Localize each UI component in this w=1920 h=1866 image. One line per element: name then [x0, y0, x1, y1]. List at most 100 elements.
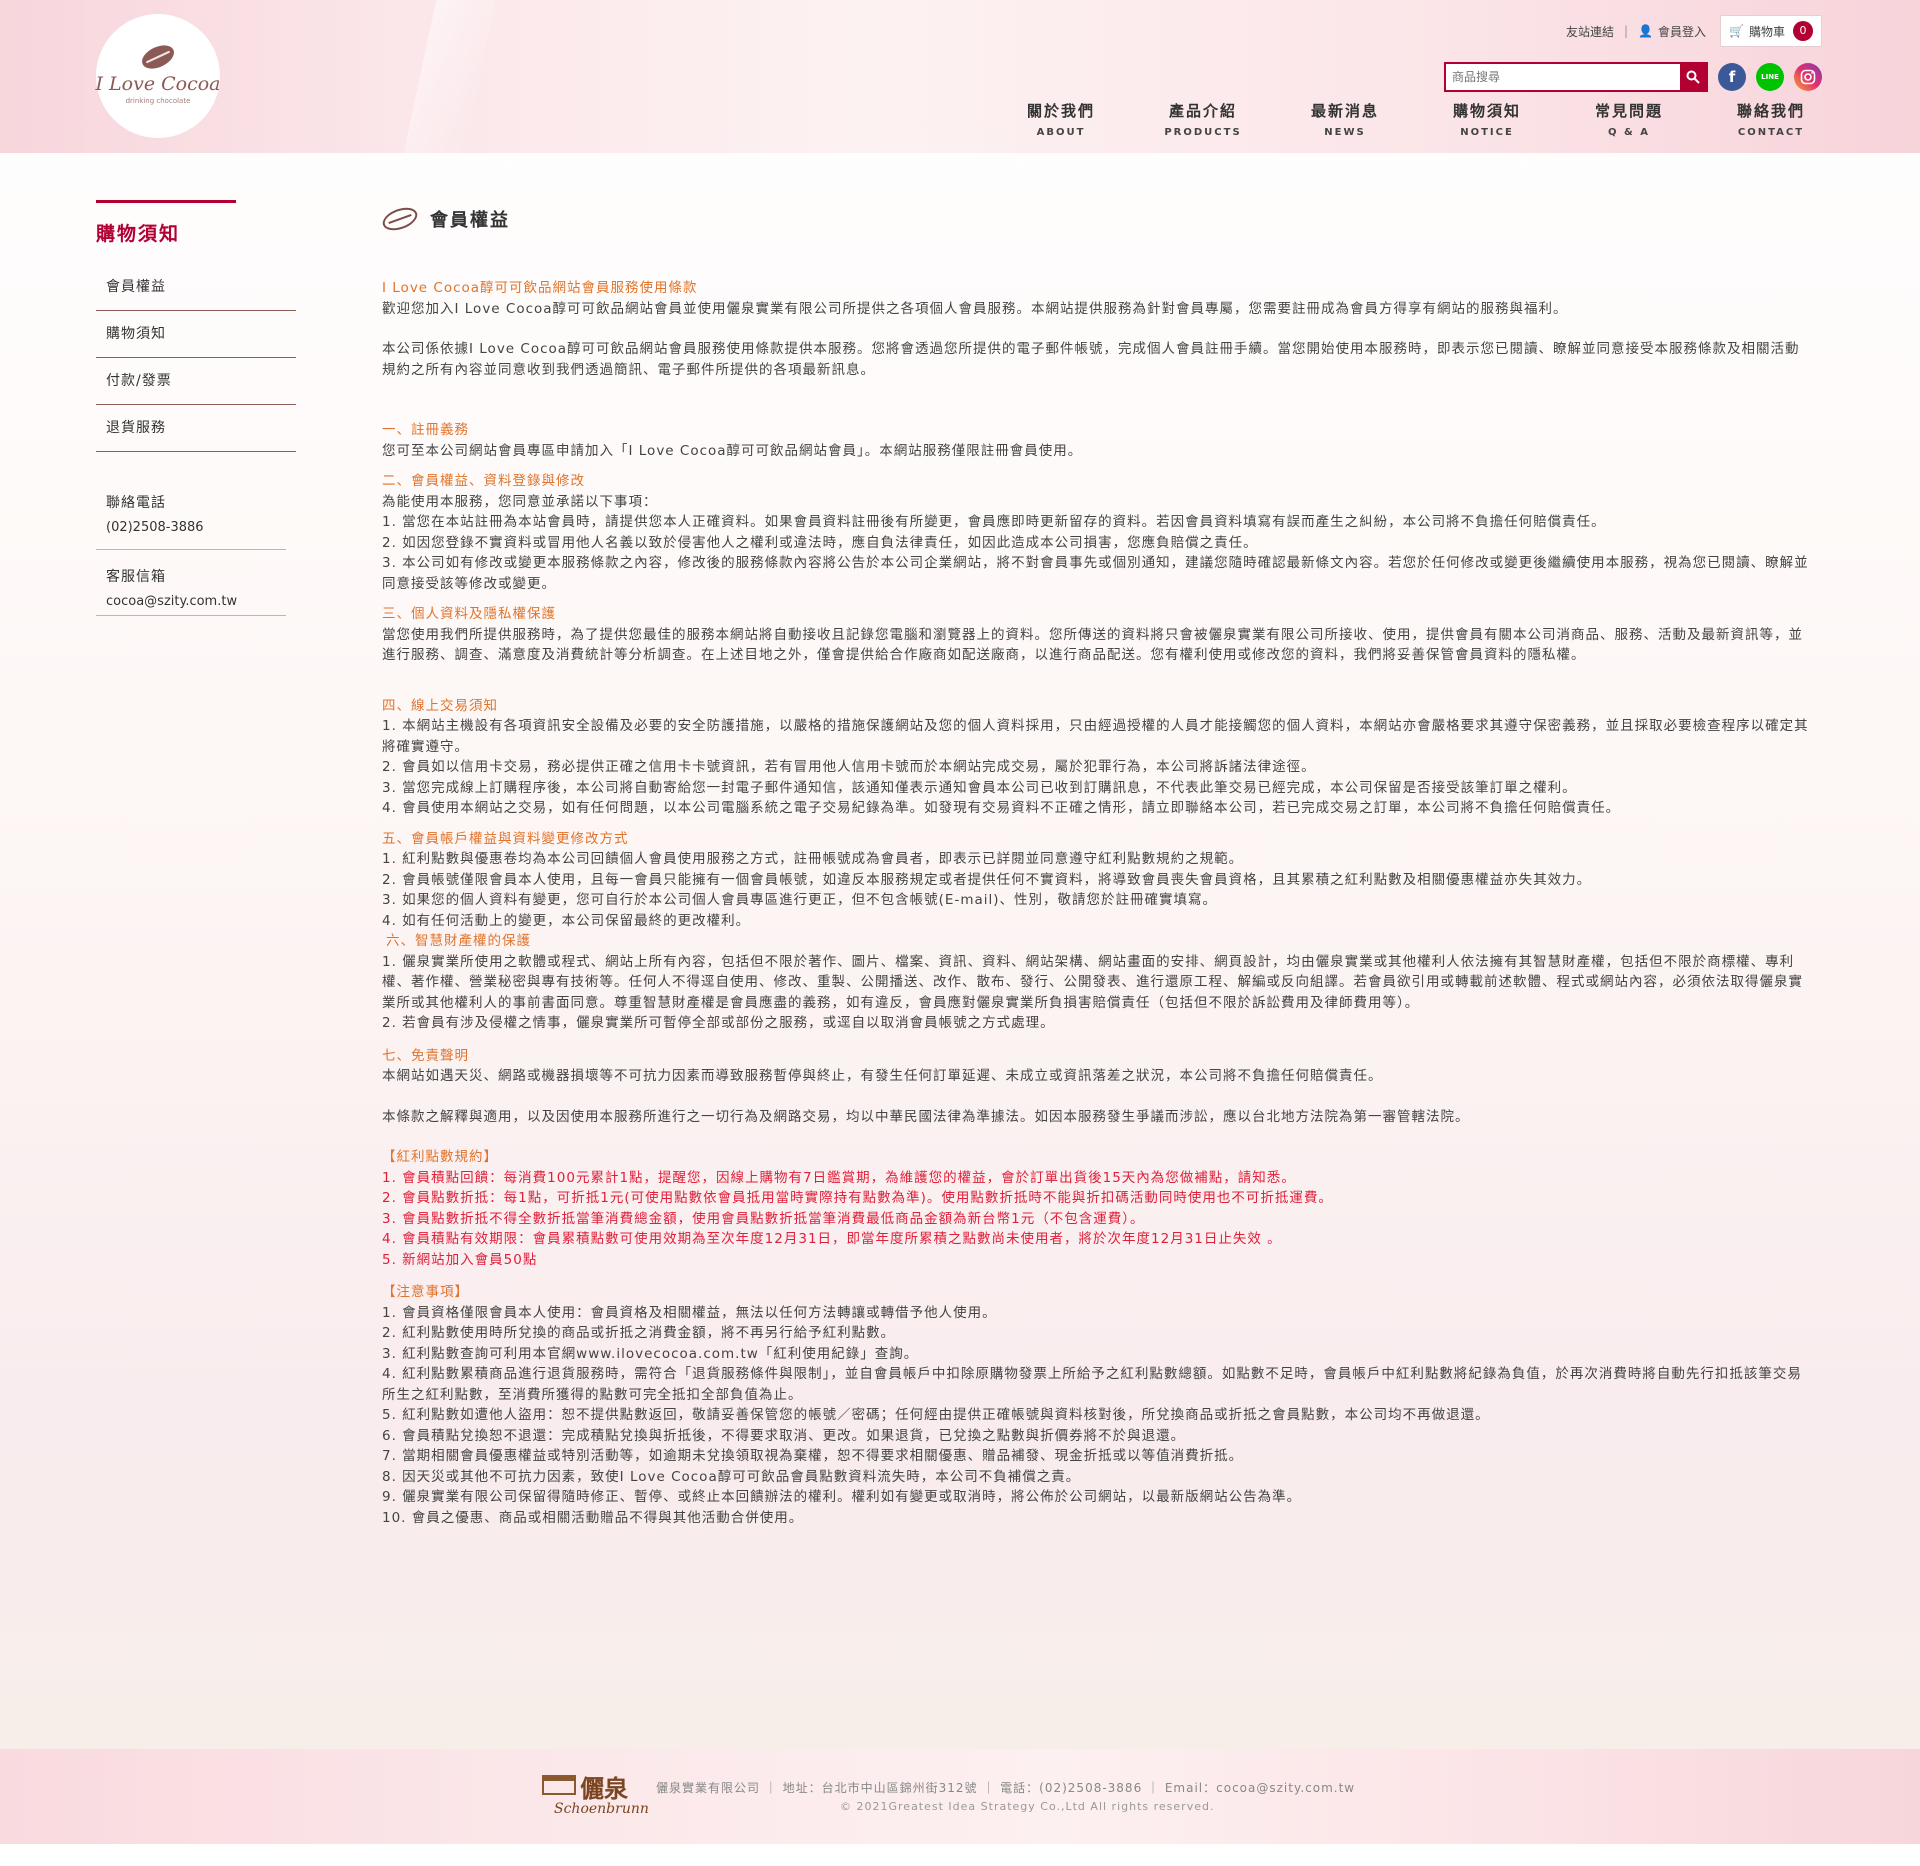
- section-title: 三、個人資料及隱私權保護: [382, 606, 556, 622]
- notice-line: 2. 紅利點數使用時所兌換的商品或折抵之消費金額，將不再另行給予紅利點數。: [382, 1325, 896, 1341]
- nav-qa[interactable]: 常見問題 Q & A: [1558, 100, 1700, 138]
- search-input[interactable]: [1446, 64, 1680, 90]
- notice-line: 5. 紅利點數如遭他人盜用：恕不提供點數返回，敬請妥善保管您的帳號／密碼；任何經…: [382, 1407, 1490, 1423]
- section-text: 當您使用我們所提供服務時，為了提供您最佳的服務本網站將自動接收且記錄您電腦和瀏覽…: [382, 626, 1803, 664]
- site-logo[interactable]: I Love Cocoa drinking chocolate: [95, 14, 221, 138]
- main-nav: 關於我們 ABOUT 產品介紹 PRODUCTS 最新消息 NEWS 購物須知 NOTI…: [990, 100, 1842, 138]
- notice-line: 8. 因天災或其他不可抗力因素，致使I Love Cocoa醇可可飲品會員點數資…: [382, 1468, 1081, 1485]
- site-header: I Love Cocoa drinking chocolate 友站連結 | 👤…: [0, 0, 1920, 153]
- section-title: 四、線上交易須知: [382, 697, 498, 714]
- section-title: 六、智慧財產權的保護: [386, 933, 531, 949]
- sidebar-accent-bar: [96, 200, 236, 203]
- cocoa-bean-icon: [138, 40, 178, 74]
- cart-label: 購物車: [1748, 24, 1785, 39]
- footer-logo-cn: 儷泉: [580, 1774, 628, 1803]
- bonus-line: 2. 會員點數折抵：每1點，可折抵1元(可使用點數依會員抵用當時實際持有點數為準…: [382, 1190, 1333, 1206]
- mail-value[interactable]: cocoa@szity.com.tw: [106, 594, 286, 609]
- instagram-icon[interactable]: [1794, 63, 1822, 91]
- mail-block: 客服信箱 cocoa@szity.com.tw: [96, 566, 286, 616]
- terms-body: I Love Cocoa醇可可飲品網站會員服務使用條款 歡迎您加入I Love …: [382, 278, 1814, 1528]
- section-line: 4. 會員使用本網站之交易，如有任何問題，以本公司電腦系統之電子交易紀錄為準。如…: [382, 800, 1621, 816]
- section-line: 1. 儷泉實業所使用之軟體或程式、網站上所有內容，包括但不限於著作、圖片、檔案、…: [382, 953, 1803, 1011]
- bonus-line: 1. 會員積點回饋：每消費100元累計1點，提醒您，因線上購物有7日鑑賞期，為維…: [382, 1169, 1296, 1186]
- main-content: 會員權益 I Love Cocoa醇可可飲品網站會員服務使用條款 歡迎您加入I …: [379, 203, 1814, 1528]
- building-icon: [542, 1775, 576, 1795]
- mail-label: 客服信箱: [106, 569, 166, 585]
- section-line: 3. 如果您的個人資料有變更，您可自行於本公司個人會員專區進行更正，但不包含帳號…: [382, 892, 1218, 908]
- section-line: 1. 紅利點數與優惠卷均為本公司回饋個人會員使用服務之方式，註冊帳號成為會員者，…: [382, 851, 1244, 867]
- bonus-line: 5. 新網站加入會員50點: [382, 1251, 538, 1268]
- section-line: 1. 當您在本站註冊為本站會員時，請提供您本人正確資料。如果會員資料註冊後有所變…: [382, 514, 1606, 530]
- section-line: 2. 若會員有涉及侵權之情事，儷泉實業所可暫停全部或部份之服務，或逕自以取消會員…: [382, 1015, 1055, 1031]
- nav-notice[interactable]: 購物須知 NOTICE: [1416, 100, 1558, 138]
- footer-logo: 儷泉 Schoenbrunn: [540, 1769, 649, 1829]
- section-title: 五、會員帳戶權益與資料變更修改方式: [382, 830, 629, 847]
- notice-line: 7. 當期相關會員優惠權益或特別活動等，如逾期未兌換領取視為棄權，恕不得要求相關…: [382, 1448, 1244, 1464]
- friend-link[interactable]: 友站連結: [1566, 23, 1614, 40]
- sidebar-item-payment[interactable]: 付款/發票: [96, 358, 296, 405]
- intro-paragraph-2: 本公司係依據I Love Cocoa醇可可飲品網站會員服務使用條款提供本服務。您…: [382, 341, 1800, 378]
- search-icon: [1686, 70, 1700, 84]
- section-line: 2. 如因您登錄不實資料或冒用他人名義以致於侵害他人之權利或違法時，應自負法律責…: [382, 534, 1258, 551]
- bonus-title: 【紅利點數規約】: [382, 1149, 498, 1165]
- top-links: 友站連結 | 👤 會員登入 🛒 購物車 0: [1566, 15, 1822, 47]
- login-link[interactable]: 會員登入: [1658, 23, 1706, 40]
- cart-count-badge: 0: [1793, 21, 1813, 41]
- site-footer: 儷泉 Schoenbrunn 儷泉實業有限公司 ｜ 地址：台北市中山區錦州街31…: [0, 1749, 1920, 1844]
- section-line: 3. 本公司如有修改或變更本服務條款之內容，修改後的服務條款內容將公告於本公司企…: [382, 555, 1809, 592]
- section-title: 二、會員權益、資料登錄與修改: [382, 473, 585, 489]
- page-title: 會員權益: [379, 203, 1814, 235]
- section-line: 4. 如有任何活動上的變更，本公司保留最終的更改權利。: [382, 912, 751, 929]
- section-line: 1. 本網站主機設有各項資訊安全設備及必要的安全防護措施，以嚴格的措施保護網站及…: [382, 718, 1809, 755]
- nav-contact[interactable]: 聯絡我們 CONTACT: [1700, 100, 1842, 138]
- cart-icon: 🛒: [1729, 24, 1744, 38]
- notice-line: 4. 紅利點數累積商品進行退貨服務時，需符合「退貨服務條件與限制」，並自會員帳戶…: [382, 1366, 1802, 1403]
- notice-line: 10. 會員之優惠、商品或相關活動贈品不得與其他活動合併使用。: [382, 1509, 804, 1526]
- section-title: 一、註冊義務: [382, 422, 469, 438]
- bonus-line: 3. 會員點數折抵不得全數折抵當筆消費總金額，使用會員點數折抵當筆消費最低商品金…: [382, 1210, 1145, 1227]
- phone-value: (02)2508-3886: [106, 520, 204, 535]
- phone-block: 聯絡電話 (02)2508-3886: [96, 492, 286, 550]
- notice-line: 1. 會員資格僅限會員本人使用：會員資格及相關權益，無法以任何方法轉讓或轉借予他…: [382, 1304, 997, 1321]
- sidebar-item-member[interactable]: 會員權益: [96, 264, 296, 311]
- section-line: 3. 當您完成線上訂購程序後，本公司將自動寄給您一封電子郵件通知信，該通知僅表示…: [382, 779, 1577, 796]
- user-icon: 👤: [1638, 24, 1654, 38]
- line-icon[interactable]: LINE: [1756, 63, 1784, 91]
- search-row: f LINE: [1444, 62, 1822, 92]
- sidebar-title: 購物須知: [96, 223, 181, 245]
- nav-news[interactable]: 最新消息 NEWS: [1274, 100, 1416, 138]
- law-paragraph: 本條款之解釋與適用，以及因使用本服務所進行之一切行為及網路交易，均以中華民國法律…: [382, 1108, 1470, 1125]
- divider: |: [1624, 24, 1629, 38]
- notice-title: 【注意事項】: [382, 1284, 469, 1300]
- section-text: 本網站如遇天災、網路或機器損壞等不可抗力因素而導致服務暫停與終止，有發生任何訂單…: [382, 1068, 1383, 1084]
- footer-info: 儷泉實業有限公司 ｜ 地址：台北市中山區錦州街312號 ｜ 電話：(02)250…: [656, 1781, 1356, 1795]
- phone-label: 聯絡電話: [106, 495, 166, 511]
- logo-name: I Love Cocoa: [95, 73, 221, 95]
- section-line: 2. 會員如以信用卡交易，務必提供正確之信用卡卡號資訊，若有冒用他人信用卡號而於…: [382, 759, 1316, 775]
- section-line: 2. 會員帳號僅限會員本人使用，且每一會員只能擁有一個會員帳號，如違反本服務規定…: [382, 871, 1592, 888]
- logo-sub: drinking chocolate: [125, 97, 191, 105]
- sidebar-menu: 會員權益 購物須知 付款/發票 退貨服務: [96, 264, 296, 452]
- intro-paragraph: 歡迎您加入I Love Cocoa醇可可飲品網站會員並使用儷泉實業有限公司所提供…: [382, 300, 1568, 317]
- notice-line: 3. 紅利點數查詢可利用本官網www.ilovecocoa.com.tw「紅利使…: [382, 1345, 919, 1362]
- notice-line: 9. 儷泉實業有限公司保留得隨時修正、暫停、或終止本回饋辦法的權利。權利如有變更…: [382, 1489, 1302, 1505]
- sidebar-item-shopping[interactable]: 購物須知: [96, 311, 296, 358]
- cart-button[interactable]: 🛒 購物車 0: [1720, 15, 1822, 47]
- cocoa-leaf-icon: [379, 203, 421, 235]
- search-button[interactable]: [1680, 64, 1706, 90]
- footer-copyright: © 2021Greatest Idea Strategy Co.,Ltd All…: [840, 1800, 1215, 1813]
- footer-logo-en: Schoenbrunn: [554, 1801, 649, 1817]
- section-title: 七、免責聲明: [382, 1047, 469, 1064]
- terms-heading: I Love Cocoa醇可可飲品網站會員服務使用條款: [382, 280, 698, 296]
- sidebar: 購物須知 會員權益 購物須知 付款/發票 退貨服務 聯絡電話 (02)2508-…: [96, 200, 296, 632]
- section-text: 您可至本公司網站會員專區申請加入「I Love Cocoa醇可可飲品網站會員」。…: [382, 442, 1083, 459]
- section-line: 為能使用本服務，您同意並承諾以下事項：: [382, 493, 658, 510]
- sidebar-contact: 聯絡電話 (02)2508-3886 客服信箱 cocoa@szity.com.…: [96, 492, 296, 616]
- facebook-icon[interactable]: f: [1718, 63, 1746, 91]
- search-box: [1444, 62, 1708, 92]
- bonus-line: 4. 會員積點有效期限：會員累積點數可使用效期為至次年度12月31日，即當年度所…: [382, 1231, 1282, 1247]
- sidebar-item-return[interactable]: 退貨服務: [96, 405, 296, 452]
- nav-products[interactable]: 產品介紹 PRODUCTS: [1132, 100, 1274, 138]
- nav-about[interactable]: 關於我們 ABOUT: [990, 100, 1132, 138]
- notice-line: 6. 會員積點兌換恕不退還：完成積點兌換與折抵後，不得要求取消、更改。如果退貨，…: [382, 1427, 1186, 1444]
